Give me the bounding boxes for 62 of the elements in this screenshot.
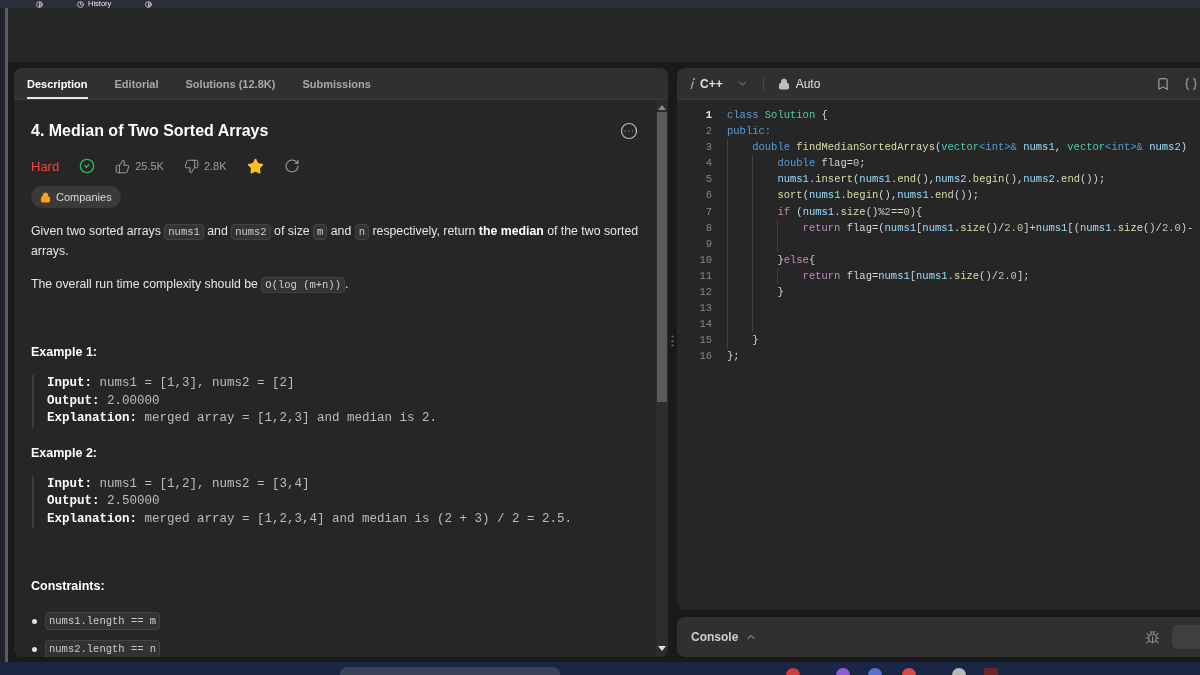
example-line: Input: nums1 = [1,3], nums2 = [2]: [47, 375, 295, 392]
description-paragraph: Given two sorted arrays nums1 and nums2 of size m and n respectively, return the median of the two sorted arrays.: [31, 223, 640, 260]
console-button[interactable]: Console: [691, 630, 758, 644]
description-paragraph: The overall run time complexity should be O(log (m+n)) .: [31, 276, 350, 295]
scrollbar-thumb[interactable]: [657, 112, 667, 402]
line-number: 11: [698, 268, 712, 284]
scroll-up-arrow-icon[interactable]: [658, 105, 666, 110]
line-number: 7: [704, 204, 712, 220]
example-line: Input: nums1 = [1,2], nums2 = [3,4]: [47, 475, 310, 493]
line-number: 2: [704, 124, 712, 140]
line-number: 16: [698, 349, 712, 365]
tab[interactable]: Solutions (12.8K): [185, 68, 276, 99]
lock-icon: [40, 191, 51, 203]
constraint-code: nums2.length == n: [45, 640, 161, 657]
contrast-icon[interactable]: [145, 0, 153, 8]
line-number: 14: [698, 317, 712, 333]
clock-icon: [77, 0, 84, 8]
like-count: 25.5K: [135, 160, 164, 172]
example-heading: Example 2:: [31, 444, 98, 462]
line-number: 9: [704, 236, 712, 252]
scroll-down-arrow-icon[interactable]: [658, 646, 666, 651]
lock-icon: [777, 77, 790, 90]
tab[interactable]: Editorial: [114, 68, 159, 99]
example-line: Output: 2.00000: [47, 392, 160, 410]
italic-i-icon: [690, 78, 695, 89]
constraints-heading: Constraints:: [31, 578, 106, 595]
companies-chip[interactable]: Companies: [31, 186, 121, 208]
constraint-code: nums1.length == m: [45, 612, 161, 630]
difficulty-label: Hard: [31, 158, 60, 174]
tab[interactable]: Description: [27, 68, 88, 99]
circular-arrow-icon[interactable]: [283, 158, 300, 174]
line-number: 5: [704, 172, 712, 188]
contrast-icon[interactable]: [36, 0, 43, 8]
line-number: 10: [698, 252, 712, 268]
mode-button[interactable]: Auto: [777, 76, 821, 91]
more-options-icon[interactable]: [620, 122, 638, 140]
tab[interactable]: Submissions: [302, 68, 371, 99]
example-line: Output: 2.50000: [47, 493, 160, 510]
line-number: 1: [704, 108, 712, 123]
scrollbar[interactable]: [656, 100, 668, 657]
line-number: 12: [698, 285, 712, 301]
thumbs-up-icon[interactable]: [115, 158, 131, 174]
thumbs-down-icon[interactable]: [183, 158, 199, 174]
line-number: 15: [698, 333, 712, 349]
star-icon[interactable]: [246, 157, 264, 175]
example-heading: Example 1:: [31, 344, 98, 361]
line-number: 4: [704, 156, 712, 172]
line-number: 6: [704, 188, 712, 204]
line-number: 8: [704, 220, 712, 236]
bullet-icon: [32, 618, 37, 624]
braces-icon[interactable]: [1184, 76, 1198, 91]
line-number: 13: [698, 301, 712, 317]
problem-title: 4. Median of Two Sorted Arrays: [31, 121, 269, 141]
drag-handle-icon[interactable]: [671, 334, 674, 347]
dislike-count: 2.8K: [203, 160, 227, 172]
bug-icon[interactable]: [1145, 629, 1160, 645]
example-line: Explanation: merged array = [1,2,3,4] and median is (2 + 3) / 2 = 2.5.: [47, 510, 573, 528]
line-number: 3: [704, 140, 712, 156]
bullet-icon: [32, 646, 37, 652]
example-line: Explanation: merged array = [1,2,3] and median is 2.: [47, 410, 438, 427]
language-select[interactable]: C++: [690, 76, 749, 91]
bookmark-icon[interactable]: [1156, 76, 1170, 91]
